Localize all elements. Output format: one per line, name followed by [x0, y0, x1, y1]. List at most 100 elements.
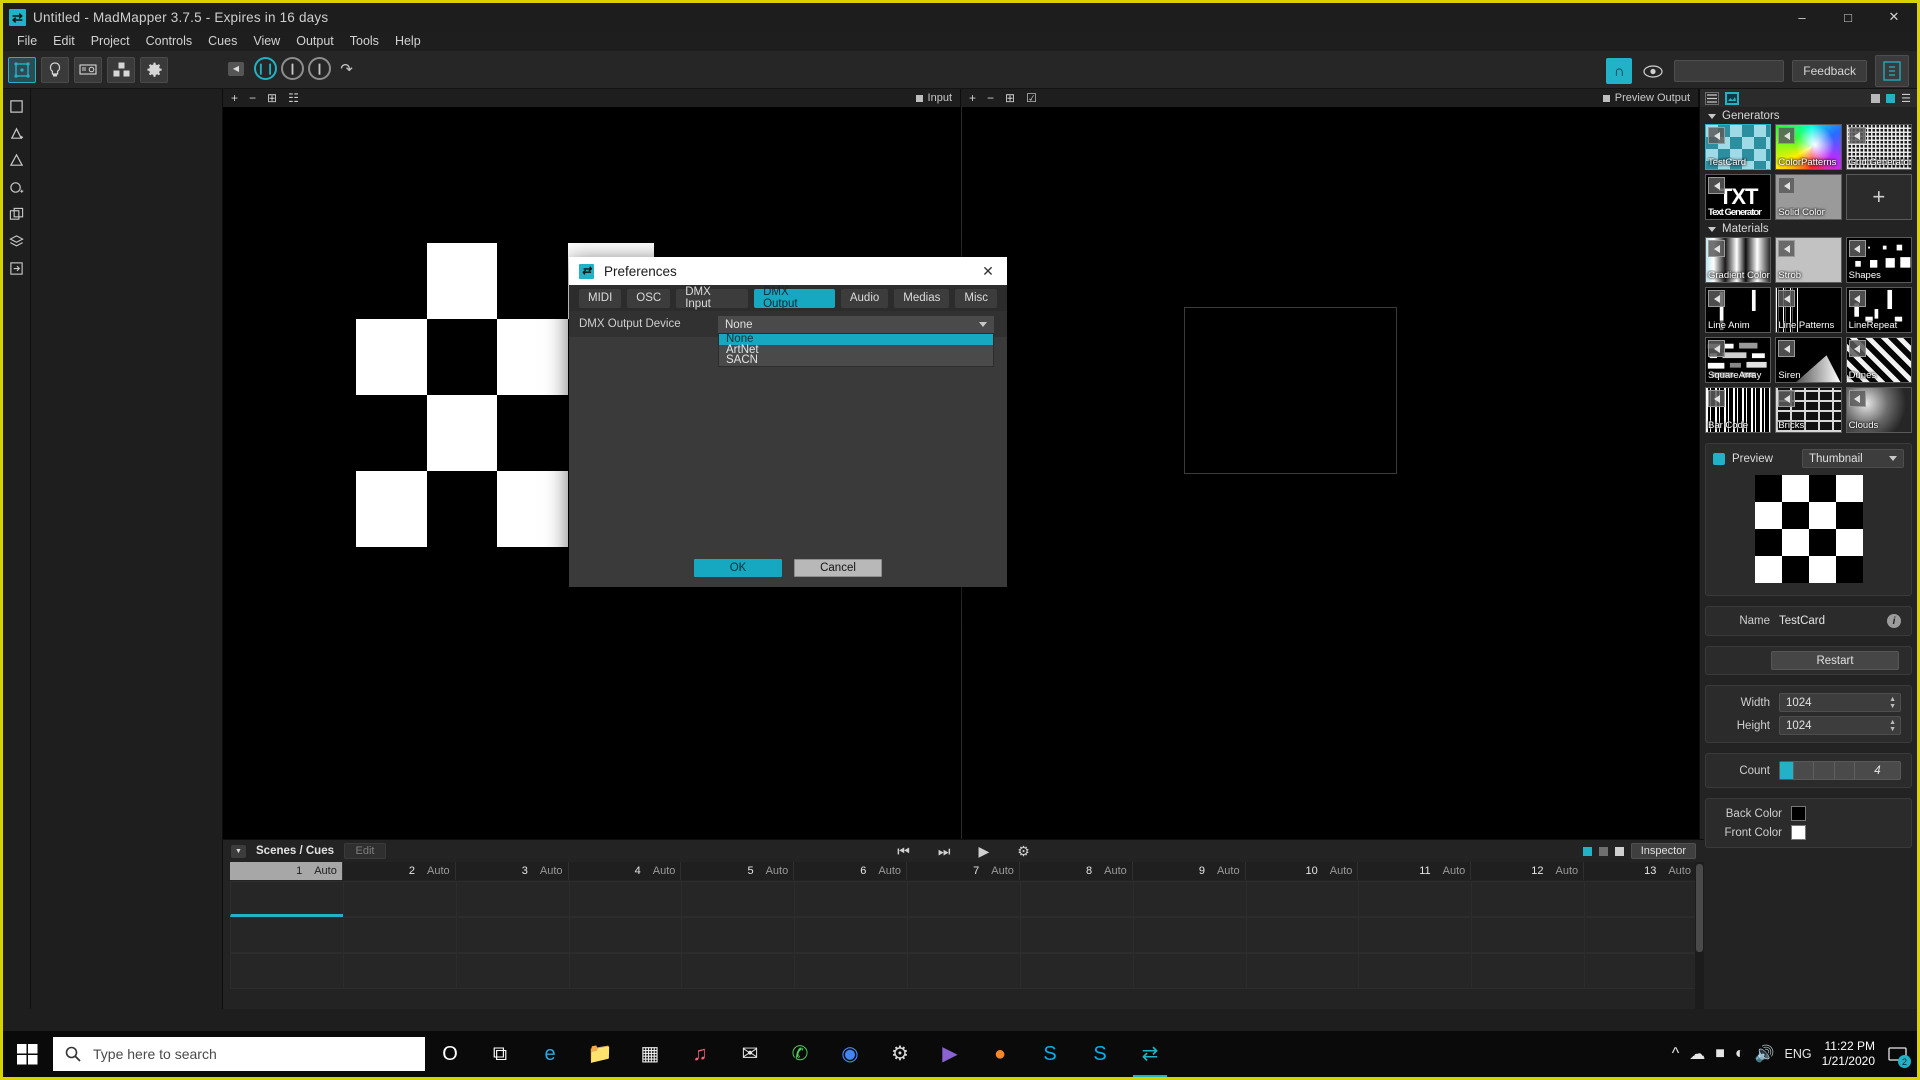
cue-cell[interactable] [1132, 917, 1247, 953]
cue-column-header[interactable]: 1 Auto [230, 862, 343, 880]
cue-cell[interactable] [1584, 881, 1698, 917]
chrome-icon[interactable]: ◉ [825, 1031, 875, 1077]
material-tile[interactable]: Bricks [1775, 387, 1842, 433]
spinner-icon[interactable]: ▲ ▼ [1889, 696, 1896, 710]
cue-cell[interactable] [455, 917, 570, 953]
cue-column-header[interactable]: 13 Auto [1584, 862, 1697, 880]
material-tile[interactable]: SquareArray [1705, 337, 1772, 383]
cue-indicator-2[interactable] [1598, 846, 1608, 856]
cue-cell[interactable] [1132, 953, 1247, 989]
cue-cell[interactable] [794, 953, 909, 989]
option-sacn[interactable]: SACN [719, 355, 993, 366]
menu-bars-icon[interactable]: ☰ [1901, 92, 1911, 105]
generator-tile[interactable]: Solid Color [1775, 174, 1842, 220]
file-explorer-icon[interactable]: 📁 [575, 1031, 625, 1077]
material-tile[interactable]: Gradient Color [1705, 237, 1772, 283]
madmapper-panel-icon[interactable] [1875, 55, 1909, 87]
edit-button[interactable]: Edit [343, 843, 386, 859]
option-artnet[interactable]: ArtNet [719, 344, 993, 356]
loop-button[interactable]: ↷ [335, 57, 358, 80]
cue-column-header[interactable]: 10 Auto [1245, 862, 1359, 880]
cue-cell[interactable] [1471, 953, 1586, 989]
material-tile[interactable]: LineRepeat [1845, 287, 1912, 333]
whatsapp-icon[interactable]: ✆ [775, 1031, 825, 1077]
cue-cell[interactable] [681, 953, 796, 989]
mask-icon[interactable] [6, 149, 28, 171]
surfaces-tool[interactable] [8, 56, 36, 83]
preview-toggle-icon[interactable] [1713, 452, 1725, 465]
cue-cell[interactable] [1245, 953, 1360, 989]
add-icon[interactable]: + [231, 92, 238, 104]
height-input[interactable]: 1024 ▲ ▼ [1779, 716, 1901, 735]
cue-cell[interactable] [1358, 881, 1473, 917]
plex-icon[interactable]: ▶ [925, 1031, 975, 1077]
cue-cell[interactable] [1584, 953, 1698, 989]
tab-dmx-output[interactable]: DMX Output [754, 286, 835, 310]
checkerboard-surface[interactable] [356, 243, 568, 547]
notification-icon[interactable]: 2 [1885, 1042, 1911, 1068]
cue-column-header[interactable]: 4 Auto [568, 862, 682, 880]
output-select[interactable] [1674, 60, 1785, 82]
material-tile[interactable]: Line Patterns [1775, 287, 1842, 333]
group-icon[interactable] [6, 203, 28, 225]
cue-cell[interactable] [455, 881, 570, 917]
cancel-button[interactable]: Cancel [794, 559, 882, 577]
export-icon[interactable] [6, 257, 28, 279]
back-color-swatch[interactable] [1791, 806, 1806, 821]
play-icon[interactable] [1848, 127, 1866, 144]
search-input[interactable]: Type here to search [53, 1037, 425, 1071]
collapse-down-icon[interactable]: ▼ [231, 844, 246, 858]
count-slider[interactable]: 4 [1779, 761, 1901, 780]
add-icon[interactable]: + [969, 92, 976, 104]
skip-forward-icon[interactable]: ⏭ [938, 843, 951, 860]
grid-view-icon[interactable] [1871, 93, 1881, 103]
madmapper-taskbar-icon[interactable]: ⇄ [1125, 1031, 1175, 1077]
generator-tile[interactable]: + [1845, 174, 1912, 220]
material-tile[interactable]: Clouds [1845, 387, 1912, 433]
dmx-tool[interactable] [74, 56, 102, 83]
play-icon[interactable] [1848, 240, 1866, 257]
restart-button[interactable]: Restart [1771, 651, 1899, 670]
cue-cell[interactable] [568, 881, 683, 917]
menu-item-project[interactable]: Project [83, 32, 138, 50]
play-icon[interactable] [1708, 240, 1725, 257]
menu-item-help[interactable]: Help [387, 32, 429, 50]
cue-column-header[interactable]: 9 Auto [1132, 862, 1246, 880]
fit-icon[interactable]: ⊞ [267, 92, 277, 104]
close-icon[interactable]: ✕ [969, 257, 1007, 285]
play-icon[interactable] [1708, 390, 1725, 407]
messenger-icon[interactable]: ● [975, 1031, 1025, 1077]
microsoft-store-icon[interactable]: ▦ [625, 1031, 675, 1077]
volume-icon[interactable]: 🔊 [1755, 1044, 1775, 1064]
skype-business-icon[interactable]: S [1075, 1031, 1125, 1077]
cue-cell[interactable] [1019, 881, 1134, 917]
material-tile[interactable]: Line Anim [1705, 287, 1772, 333]
cue-cell[interactable] [1019, 917, 1134, 953]
cue-cell[interactable] [1471, 917, 1586, 953]
cue-column-header[interactable]: 8 Auto [1019, 862, 1133, 880]
material-tile[interactable]: Strob [1775, 237, 1842, 283]
grid-icon[interactable]: ☷ [288, 92, 299, 104]
generators-section-header[interactable]: Generators [1700, 107, 1917, 124]
cue-cell[interactable] [230, 881, 344, 917]
cue-column-header[interactable]: 5 Auto [681, 862, 795, 880]
spinner-icon[interactable]: ▲ ▼ [1889, 719, 1896, 733]
pause-button[interactable]: ❙❙ [254, 57, 277, 80]
cue-cell[interactable] [907, 953, 1021, 989]
language-indicator[interactable]: ENG [1785, 1047, 1812, 1061]
cue-column-header[interactable]: 3 Auto [455, 862, 569, 880]
cue-cell[interactable] [1132, 881, 1247, 917]
cloud-icon[interactable]: ☁ [1689, 1044, 1705, 1064]
cue-cell[interactable] [681, 881, 796, 917]
skype-icon[interactable]: S [1025, 1031, 1075, 1077]
minus-icon[interactable]: − [249, 92, 256, 104]
play-icon[interactable] [1778, 290, 1796, 307]
play-icon[interactable] [1778, 340, 1796, 357]
windows-start-icon[interactable] [3, 1031, 51, 1077]
gear-icon[interactable]: ⚙ [1017, 843, 1030, 860]
collapse-left-icon[interactable]: ◀ [228, 61, 244, 76]
cue-column-header[interactable]: 12 Auto [1471, 862, 1585, 880]
cue-cell[interactable] [455, 953, 570, 989]
cue-cell[interactable] [230, 953, 344, 989]
tab-midi[interactable]: MIDI [579, 288, 622, 308]
